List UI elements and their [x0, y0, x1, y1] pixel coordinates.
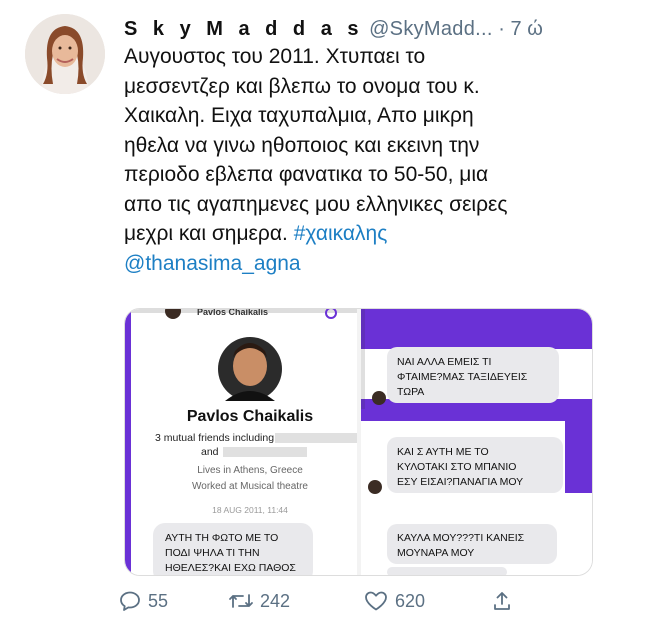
blurred-name: [223, 447, 307, 457]
worked-at: Worked at Musical theatre: [192, 481, 308, 492]
left-bubble-line: ΑΥΤΗ ΤΗ ΦΩΤΟ ΜΕ ΤΟ: [165, 532, 278, 544]
retweet-icon: [229, 594, 253, 608]
mutual-friends: 3 mutual friends including: [155, 432, 274, 444]
tweet-text: Αυγουστος του 2011. Χτυπαει το μεσσεντζε…: [124, 42, 634, 278]
tweet-media[interactable]: Pavlos Chaikalis Pavlos Chaikalis 3 mutu…: [124, 308, 593, 576]
avatar[interactable]: [25, 14, 105, 94]
like-count: 620: [395, 590, 426, 611]
right-bubble-2-line: ΚΥΛΟΤΑΚΙ ΣΤΟ ΜΠΑΝΙΟ: [397, 461, 516, 473]
mention-link[interactable]: @thanasima_agna: [124, 249, 634, 279]
share-icon: [494, 592, 510, 610]
left-bubble-line: ΗΘΕΛΕΣ?ΚΑΙ ΕΧΩ ΠΑΘΟΣ: [165, 562, 296, 574]
right-bubble-1-line: ΦΤΑΙΜΕ?ΜΑΣ ΤΑΞΙΔΕΥΕΙΣ: [397, 371, 528, 383]
display-name[interactable]: S k y M a d d a s: [124, 18, 364, 40]
heart-icon: [365, 591, 387, 611]
reply-count: 55: [148, 590, 169, 611]
share-button[interactable]: [490, 586, 520, 616]
tweet-text-line: Αυγουστος του 2011. Χτυπαει το: [124, 45, 426, 68]
tweet-text-line: ηθελα να γινω ηθοποιος και εκεινη την: [124, 133, 480, 157]
tweet-text-line: περιοδο εβλεπα φανατικα το 50-50, μια: [124, 163, 489, 186]
user-handle[interactable]: @SkyMadd...: [369, 18, 493, 40]
tweet-text-line: απο τις αγαπημενες μου ελληνικες σειρες: [124, 192, 508, 216]
retweet-button[interactable]: 242: [228, 586, 290, 616]
tweet-text-line: Χαικαλη. Ειχα ταχυπαλμια, Απο μικρη: [124, 104, 474, 127]
right-bubble-3-line: ΚΑΥΛΑ ΜΟΥ???ΤΙ ΚΑΝΕΙΣ: [397, 532, 525, 544]
right-bubble-2-line: ΚΑΙ Σ ΑΥΤΗ ΜΕ ΤΟ: [397, 446, 489, 458]
like-button[interactable]: 620: [363, 586, 425, 616]
right-bubble-3-line: ΜΟΥΝΑΡΑ ΜΟΥ: [397, 547, 474, 559]
hashtag-link[interactable]: #χαικαλης: [294, 222, 388, 245]
tweet-time[interactable]: 7 ώ: [511, 18, 543, 40]
lives-in: Lives in Athens, Greece: [197, 465, 303, 476]
message-date: 18 AUG 2011, 11:44: [212, 505, 288, 515]
top-cut-name: Pavlos Chaikalis: [197, 309, 268, 317]
right-bubble-1-line: ΝΑΙ ΑΛΛΑ ΕΜΕΙΣ ΤΙ: [397, 356, 491, 368]
blurred-name: [275, 433, 359, 443]
tweet-header: S k y M a d d a s @SkyMadd... · 7 ώ: [124, 14, 642, 44]
profile-photo: [218, 337, 282, 401]
tweet-actions: 55 242 620: [118, 586, 538, 616]
right-bubble-1-line: ΤΩΡΑ: [397, 386, 424, 398]
tweet-text-line: μεχρι και σημερα.: [124, 222, 288, 245]
right-bubble-2-line: ΕΣΥ ΕΙΣΑΙ?ΠΑΝΑΓΙΑ ΜΟΥ: [397, 476, 523, 488]
tweet: S k y M a d d a s @SkyMadd... · 7 ώ Αυγο…: [0, 0, 650, 637]
left-bubble-line: ΠΟΔΙ ΨΗΛΑ ΤΙ ΤΗΝ: [165, 547, 260, 559]
separator-dot: ·: [498, 18, 505, 40]
reply-button[interactable]: 55: [118, 586, 168, 616]
and-text: and: [201, 446, 219, 458]
tweet-text-line: μεσσεντζερ και βλεπω το ονομα του κ.: [124, 74, 480, 98]
profile-name: Pavlos Chaikalis: [187, 408, 313, 425]
reply-icon: [120, 591, 140, 611]
retweet-count: 242: [260, 590, 291, 611]
